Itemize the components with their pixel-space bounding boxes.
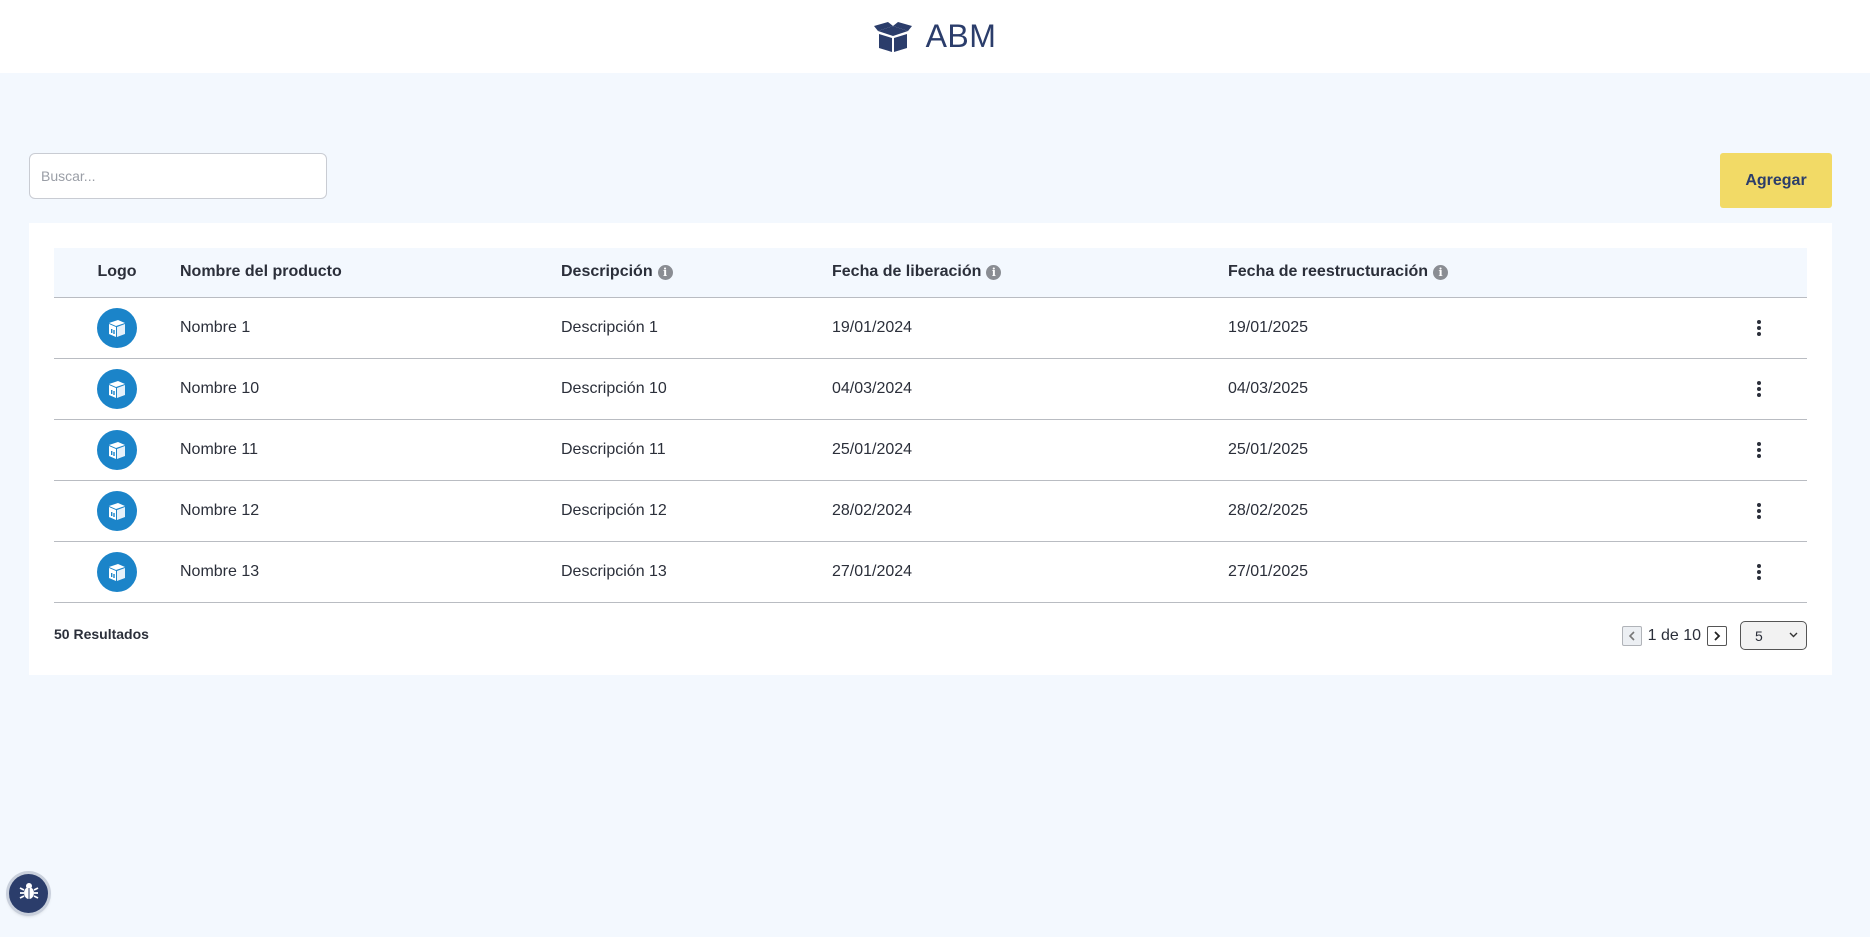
logo-cell (54, 541, 180, 603)
product-box-icon (97, 368, 137, 409)
info-icon[interactable]: i (657, 264, 673, 280)
table-row[interactable]: Nombre 1 Descripción 1 19/01/2024 19/01/202… (54, 297, 1807, 359)
product-box-icon (97, 551, 137, 592)
actions-cell (1718, 419, 1807, 481)
more-options-icon[interactable] (1751, 316, 1767, 340)
restructure-date: 27/01/2025 (1228, 541, 1718, 603)
previous-page-button[interactable] (1621, 625, 1642, 646)
pagination: 1 de 10 5 (1621, 621, 1807, 650)
product-name: Nombre 12 (180, 480, 561, 542)
column-header-release-date-label: Fecha de liberación (832, 263, 982, 281)
more-options-icon[interactable] (1751, 377, 1767, 401)
column-header-release-date: Fecha de liberación i (832, 248, 1228, 298)
restructure-date: 28/02/2025 (1228, 480, 1718, 542)
more-options-icon[interactable] (1751, 499, 1767, 523)
bug-icon (18, 880, 40, 907)
app-title: ABM (925, 18, 997, 54)
product-description: Descripción 12 (561, 480, 832, 542)
column-header-name: Nombre del producto (180, 248, 561, 298)
table-row[interactable]: Nombre 12 Descripción 12 28/02/2024 28/02/2… (54, 480, 1807, 542)
chevron-right-icon (1714, 630, 1721, 641)
page-size-select[interactable]: 5 (1740, 621, 1807, 650)
logo-cell (54, 419, 180, 481)
actions-cell (1718, 297, 1807, 359)
top-bar: ABM (0, 0, 1870, 73)
column-header-description: Descripción i (561, 248, 832, 298)
actions-cell (1718, 358, 1807, 420)
search-input[interactable] (29, 153, 327, 199)
add-button[interactable]: Agregar (1720, 153, 1832, 208)
open-box-icon (873, 21, 912, 52)
next-page-button[interactable] (1707, 625, 1727, 646)
table-body: Nombre 1 Descripción 1 19/01/2024 19/01/202… (54, 297, 1807, 603)
actions-cell (1718, 480, 1807, 542)
product-description: Descripción 11 (561, 419, 832, 481)
product-description: Descripción 13 (561, 541, 832, 603)
table-row[interactable]: Nombre 10 Descripción 10 04/03/2024 04/03/2… (54, 358, 1807, 420)
product-description: Descripción 10 (561, 358, 832, 420)
product-name: Nombre 1 (180, 297, 561, 359)
column-header-restructure-date: Fecha de reestructuración i (1228, 248, 1718, 298)
bug-report-button[interactable] (9, 874, 48, 913)
page-size-value: 5 (1755, 627, 1763, 644)
info-icon[interactable]: i (986, 264, 1002, 280)
column-header-restructure-date-label: Fecha de reestructuración (1228, 263, 1429, 281)
restructure-date: 25/01/2025 (1228, 419, 1718, 481)
chevron-down-icon (1789, 630, 1798, 641)
logo-cell (54, 480, 180, 542)
column-header-actions (1718, 248, 1807, 298)
table-header-row: Logo Nombre del producto Descripción i F… (54, 248, 1807, 298)
product-box-icon (97, 490, 137, 531)
release-date: 04/03/2024 (832, 358, 1228, 420)
page-indicator: 1 de 10 (1647, 626, 1701, 644)
actions-cell (1718, 541, 1807, 603)
product-box-icon (97, 429, 137, 470)
product-name: Nombre 10 (180, 358, 561, 420)
logo-cell (54, 358, 180, 420)
more-options-icon[interactable] (1751, 560, 1767, 584)
table-row[interactable]: Nombre 11 Descripción 11 25/01/2024 25/01/2… (54, 419, 1807, 481)
products-table: Logo Nombre del producto Descripción i F… (54, 248, 1807, 603)
more-options-icon[interactable] (1751, 438, 1767, 462)
release-date: 27/01/2024 (832, 541, 1228, 603)
release-date: 19/01/2024 (832, 297, 1228, 359)
release-date: 28/02/2024 (832, 480, 1228, 542)
release-date: 25/01/2024 (832, 419, 1228, 481)
info-icon[interactable]: i (1433, 264, 1449, 280)
product-name: Nombre 13 (180, 541, 561, 603)
chevron-left-icon (1628, 630, 1635, 641)
column-header-description-label: Descripción (561, 263, 653, 281)
column-header-logo: Logo (54, 248, 180, 298)
restructure-date: 19/01/2025 (1228, 297, 1718, 359)
table-row[interactable]: Nombre 13 Descripción 13 27/01/2024 27/01/2… (54, 541, 1807, 603)
product-name: Nombre 11 (180, 419, 561, 481)
brand: ABM (873, 18, 997, 55)
products-panel: Logo Nombre del producto Descripción i F… (29, 223, 1832, 675)
product-description: Descripción 1 (561, 297, 832, 359)
product-box-icon (97, 307, 137, 348)
logo-cell (54, 297, 180, 359)
results-count: 50 Resultados (54, 626, 149, 642)
restructure-date: 04/03/2025 (1228, 358, 1718, 420)
